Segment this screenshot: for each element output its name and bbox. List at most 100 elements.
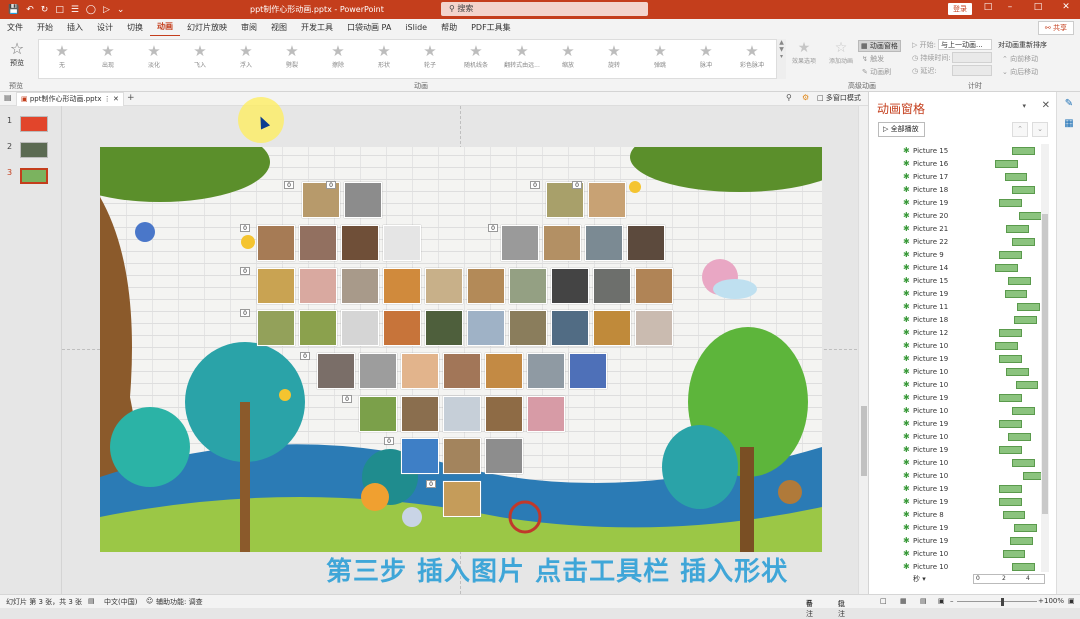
animal-photo[interactable] — [299, 268, 337, 304]
maximize-icon[interactable]: □ — [1030, 2, 1046, 12]
pane-options-icon[interactable]: ▾ — [1022, 102, 1026, 110]
move-down-button[interactable]: ⌄ — [1032, 122, 1048, 137]
animal-photo[interactable] — [257, 310, 295, 346]
animal-photo[interactable] — [509, 310, 547, 346]
open-icon[interactable]: ☰ — [71, 5, 79, 15]
minimize-icon[interactable]: – — [1002, 2, 1018, 12]
timing-bar[interactable] — [1004, 290, 1028, 298]
animation-item[interactable]: ✱ Picture 9 — [903, 249, 1043, 262]
slideshow-icon[interactable]: ▷ — [103, 5, 110, 15]
close-icon[interactable]: ✕ — [1058, 2, 1074, 12]
redo-icon[interactable]: ↻ — [41, 5, 49, 15]
timing-bar[interactable] — [995, 264, 1019, 272]
duration-input[interactable] — [952, 52, 992, 63]
timing-bar[interactable] — [1019, 212, 1043, 220]
timing-bar[interactable] — [1004, 173, 1028, 181]
animation-item[interactable]: ✱ Picture 18 — [903, 184, 1043, 197]
timing-bar[interactable] — [1008, 433, 1031, 441]
animation-item[interactable]: ✱ Picture 10 — [903, 405, 1043, 418]
normal-view-icon[interactable]: □ — [880, 597, 887, 605]
timing-bar[interactable] — [1011, 563, 1035, 571]
animal-photo[interactable] — [359, 396, 397, 432]
tab-slideshow[interactable]: 幻灯片放映 — [180, 19, 234, 36]
slide-thumbnail-2[interactable] — [20, 142, 48, 158]
animal-photo[interactable] — [509, 268, 547, 304]
animal-photo[interactable] — [443, 481, 481, 517]
anim-fade[interactable]: ★ 淡化 — [131, 40, 177, 78]
pane-scroll-thumb[interactable] — [1042, 214, 1048, 514]
animal-photo[interactable] — [569, 353, 607, 389]
animal-photo[interactable] — [585, 225, 623, 261]
anim-wheel[interactable]: ★ 轮子 — [407, 40, 453, 78]
animation-item[interactable]: ✱ Picture 19 — [903, 353, 1043, 366]
search-box[interactable]: ⚲ 搜索 — [441, 2, 648, 16]
animation-item[interactable]: ✱ Picture 19 — [903, 392, 1043, 405]
animal-photo[interactable] — [527, 396, 565, 432]
timing-bar[interactable] — [999, 446, 1022, 454]
animal-photo[interactable] — [341, 310, 379, 346]
animation-item[interactable]: ✱ Picture 15 — [903, 275, 1043, 288]
timing-bar[interactable] — [1013, 316, 1037, 324]
animation-item[interactable]: ✱ Picture 12 — [903, 327, 1043, 340]
animal-photo[interactable] — [383, 225, 421, 261]
zoom-out-icon[interactable]: – — [950, 597, 954, 605]
animal-photo[interactable] — [443, 396, 481, 432]
design-ideas-icon[interactable]: ✎ — [1062, 98, 1076, 112]
animal-photo[interactable] — [401, 438, 439, 474]
zoom-fit-icon[interactable]: ⚲ — [786, 93, 792, 102]
slide-thumbnail-3[interactable] — [20, 168, 48, 184]
tab-pdf-tools[interactable]: PDF工具集 — [464, 19, 518, 36]
animation-item[interactable]: ✱ Picture 16 — [903, 158, 1043, 171]
new-tab-icon[interactable]: + — [127, 93, 135, 103]
seconds-dropdown[interactable]: 秒 ▾ — [913, 574, 926, 584]
animal-photo[interactable] — [341, 225, 379, 261]
doc-list-icon[interactable]: ▤ — [4, 93, 12, 102]
animation-item[interactable]: ✱ Picture 10 — [903, 470, 1046, 483]
animal-photo[interactable] — [299, 310, 337, 346]
animation-item[interactable]: ✱ Picture 11 — [903, 301, 1043, 314]
share-button[interactable]: ⚯ 共享 — [1037, 21, 1074, 35]
anim-none[interactable]: ★ 无 — [39, 40, 85, 78]
animal-photo[interactable] — [527, 353, 565, 389]
timing-bar[interactable] — [1002, 550, 1026, 558]
animal-photo[interactable] — [383, 268, 421, 304]
timing-bar[interactable] — [1017, 303, 1041, 311]
settings-icon[interactable]: ⚙ — [802, 93, 809, 102]
animal-photo[interactable] — [593, 268, 631, 304]
animal-photo[interactable] — [485, 353, 523, 389]
timing-bar[interactable] — [999, 498, 1022, 506]
new-file-icon[interactable]: □ — [55, 5, 64, 15]
tab-menu-icon[interactable]: ⋮ — [104, 95, 111, 103]
tab-view[interactable]: 视图 — [264, 19, 294, 36]
timing-bar[interactable] — [1006, 368, 1030, 376]
zoom-slider-knob[interactable] — [1001, 598, 1004, 606]
timing-bar[interactable] — [999, 199, 1022, 207]
animal-photo[interactable] — [359, 353, 397, 389]
gallery-scroll[interactable]: ▲ ▼ ▾ — [776, 39, 786, 79]
animal-photo[interactable] — [257, 225, 295, 261]
animation-item[interactable]: ✱ Picture 19 — [903, 522, 1043, 535]
tab-developer[interactable]: 开发工具 — [294, 19, 340, 36]
tab-animations[interactable]: 动画 — [150, 18, 180, 37]
animation-painter-button[interactable]: ✎ 动画刷 — [862, 67, 891, 77]
presenter-icon[interactable]: ◯ — [86, 5, 96, 15]
animal-photo[interactable] — [485, 396, 523, 432]
move-up-button[interactable]: ⌃ — [1012, 122, 1028, 137]
add-animation-button[interactable]: ☆ 添加动画 — [826, 40, 856, 65]
animal-photo[interactable] — [467, 310, 505, 346]
trigger-button[interactable]: ↯ 触发 — [862, 54, 884, 64]
anim-grow-turn[interactable]: ★ 翻转式由远... — [499, 40, 545, 78]
anim-bounce[interactable]: ★ 弹跳 — [637, 40, 683, 78]
move-earlier-button[interactable]: ⌃ 向前移动 — [1002, 54, 1038, 64]
animation-item[interactable]: ✱ Picture 8 — [903, 509, 1043, 522]
animation-item[interactable]: ✱ Picture 14 — [903, 262, 1043, 275]
start-select[interactable]: 与上一动画... — [938, 39, 992, 50]
animation-item[interactable]: ✱ Picture 10 — [903, 548, 1043, 561]
timing-bar[interactable] — [999, 329, 1022, 337]
animation-item[interactable]: ✱ Picture 10 — [903, 340, 1043, 353]
delay-input[interactable] — [952, 65, 992, 76]
animation-item[interactable]: ✱ Picture 10 — [903, 457, 1043, 470]
animal-photo[interactable] — [501, 225, 539, 261]
timing-bar[interactable] — [999, 485, 1022, 493]
document-tab[interactable]: ▣ ppt制作心形动画.pptx ⋮ ✕ — [16, 92, 124, 106]
